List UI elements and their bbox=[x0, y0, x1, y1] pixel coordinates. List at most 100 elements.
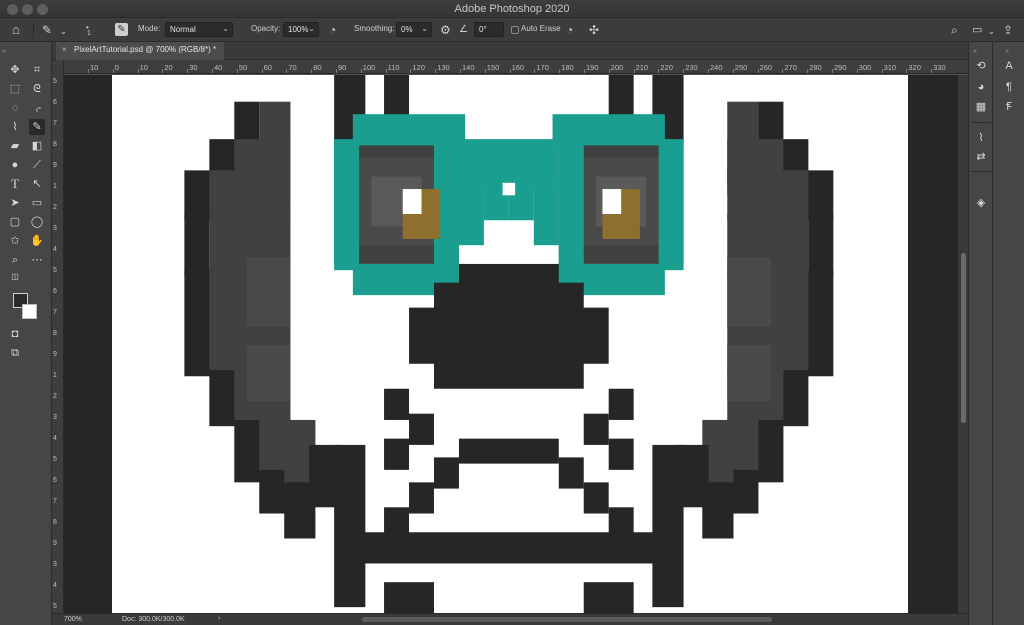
marquee-tool-icon[interactable]: ⬚ bbox=[7, 81, 23, 97]
status-menu-arrow[interactable]: › bbox=[218, 615, 220, 622]
ruler-label: 40 bbox=[214, 63, 223, 72]
whisker-dot bbox=[608, 388, 634, 420]
character-icon[interactable]: A bbox=[1001, 58, 1017, 74]
ruler-label: 6 bbox=[53, 477, 57, 484]
document-canvas[interactable] bbox=[112, 75, 908, 613]
brushes-icon[interactable]: ⌇ bbox=[973, 130, 989, 146]
glasses-bridge bbox=[533, 182, 559, 246]
whisker-dot bbox=[583, 413, 609, 445]
ellipse-tool-icon[interactable]: ◯ bbox=[29, 214, 45, 230]
dodge-tool-icon[interactable]: ● bbox=[7, 157, 23, 173]
ruler-label: 9 bbox=[53, 351, 57, 358]
ruler-label: 2 bbox=[53, 204, 57, 211]
whisker-dot bbox=[384, 388, 410, 420]
angle-field[interactable]: 0° bbox=[474, 22, 504, 37]
opacity-field[interactable]: 100% ⌄ bbox=[283, 22, 319, 37]
hand-tool-icon[interactable]: ✋ bbox=[29, 233, 45, 249]
swatches-icon[interactable]: ▦ bbox=[973, 99, 989, 115]
vertical-scroll-thumb[interactable] bbox=[961, 253, 966, 423]
screen-mode-icon[interactable]: ⧉ bbox=[7, 345, 23, 361]
background-color-swatch[interactable] bbox=[22, 304, 37, 319]
home-icon[interactable]: ⌂ bbox=[12, 23, 20, 37]
glasses-frame bbox=[552, 114, 665, 146]
ruler-tick bbox=[559, 69, 561, 73]
brush-settings-icon[interactable]: ✎ bbox=[115, 23, 128, 36]
ruler-label: 210 bbox=[635, 63, 649, 72]
layers-icon[interactable]: ◈ bbox=[973, 195, 989, 211]
workspace-icon[interactable]: ▭ bbox=[972, 23, 982, 37]
zoom-tool-icon[interactable]: ⌕ bbox=[7, 252, 23, 268]
ruler-label: 110 bbox=[387, 63, 400, 72]
ruler-label: 7 bbox=[53, 120, 57, 127]
canvas-area[interactable] bbox=[64, 75, 958, 613]
ruler-label: 80 bbox=[313, 63, 322, 72]
mouth bbox=[409, 482, 434, 514]
adjustments-icon[interactable]: ⇄ bbox=[973, 149, 989, 165]
pen-tool-icon[interactable]: ⟋ bbox=[29, 157, 45, 173]
panel-expand-icon[interactable]: « bbox=[973, 48, 977, 55]
close-tab-icon[interactable]: × bbox=[62, 45, 67, 54]
symmetry-icon[interactable]: ✣ bbox=[589, 23, 599, 37]
ruler-label: 170 bbox=[536, 63, 549, 72]
color-palette-icon[interactable]: ◕ bbox=[973, 79, 989, 95]
eyedropper-tool-icon[interactable]: ⌇ bbox=[7, 119, 23, 135]
pixel-art-image bbox=[184, 75, 834, 613]
ruler-tick bbox=[757, 69, 759, 73]
auto-erase-checkbox[interactable] bbox=[511, 26, 519, 34]
panel-collapse-icon[interactable]: » bbox=[1005, 48, 1009, 55]
ruler-label: 5 bbox=[53, 603, 57, 610]
ear-pixels bbox=[727, 257, 771, 327]
lasso-tool-icon[interactable]: ᘓ bbox=[29, 81, 45, 97]
vertical-ruler[interactable]: 5 6 7 8 9 1 2 3 4 5 6 7 8 9 1 2 3 4 5 6 7 8 9 3 4 5 bbox=[52, 60, 64, 613]
move-tool-icon[interactable]: ✥ bbox=[7, 62, 23, 78]
vertical-scrollbar[interactable] bbox=[958, 75, 968, 613]
pressure-opacity-icon[interactable]: ◔ bbox=[329, 23, 336, 37]
path-selection-tool-icon[interactable]: ↖ bbox=[29, 176, 45, 192]
eraser-tool-icon[interactable]: ▰ bbox=[7, 138, 23, 154]
quick-selection-tool-icon[interactable]: ◌ bbox=[7, 100, 23, 116]
glyphs-icon[interactable]: Ꞙ bbox=[1001, 99, 1017, 115]
quick-mask-icon[interactable]: ◘ bbox=[7, 326, 23, 342]
document-tab[interactable]: × PixelArtTutorial.psd @ 700% (RGB/8*) * bbox=[56, 42, 225, 60]
auto-erase-label: Auto Erase bbox=[521, 24, 561, 33]
glasses-frame bbox=[658, 139, 684, 271]
zoom-level[interactable]: 700% bbox=[64, 616, 82, 623]
whisker-dot bbox=[384, 438, 410, 470]
pencil-icon[interactable]: ✎ bbox=[42, 23, 52, 37]
default-colors-icon[interactable]: ◫ bbox=[7, 269, 23, 285]
side-panel-strip: » A ¶ Ꞙ bbox=[992, 42, 1024, 625]
gradient-tool-icon[interactable]: ◧ bbox=[29, 138, 45, 154]
custom-shape-tool-icon[interactable]: ✩ bbox=[7, 233, 23, 249]
paragraph-icon[interactable]: ¶ bbox=[1001, 79, 1017, 95]
rectangle-tool-icon[interactable]: ▭ bbox=[29, 195, 45, 211]
artboard-tool-icon[interactable]: ⌗ bbox=[29, 62, 45, 78]
chevron-down-icon[interactable]: ⌄ bbox=[60, 25, 67, 39]
history-icon[interactable]: ⟲ bbox=[973, 58, 989, 74]
pressure-size-icon[interactable]: ◔ bbox=[566, 23, 573, 37]
direct-selection-tool-icon[interactable]: ➤ bbox=[7, 195, 23, 211]
ear-pixels bbox=[246, 257, 291, 327]
mode-select[interactable]: Normal ⌄ bbox=[165, 22, 233, 37]
crop-tool-icon[interactable]: ⌌ bbox=[29, 100, 45, 116]
search-icon[interactable]: ⌕ bbox=[951, 23, 958, 37]
ruler-label: 130 bbox=[437, 63, 450, 72]
share-icon[interactable]: ⇪ bbox=[1003, 23, 1013, 37]
ruler-label: 5 bbox=[53, 267, 57, 274]
smoothing-field[interactable]: 0% ⌄ bbox=[396, 22, 432, 37]
panel-collapse-icon[interactable]: » bbox=[2, 48, 6, 55]
more-tools-icon[interactable]: ⋯ bbox=[29, 252, 45, 268]
ruler-label: 160 bbox=[511, 63, 525, 72]
horizontal-ruler[interactable]: 10 0 10 20 30 40 50 60 70 80 90 100 110 120 130 140 150 1… bbox=[64, 60, 968, 74]
ruler-label: 5 bbox=[53, 78, 57, 85]
left-eye-highlight bbox=[402, 189, 422, 215]
ruler-label: 310 bbox=[883, 63, 897, 72]
gear-icon[interactable]: ⚙ bbox=[440, 23, 451, 37]
divider bbox=[971, 122, 991, 123]
chevron-down-icon[interactable]: ⌄ bbox=[988, 25, 995, 39]
pencil-tool-icon[interactable]: ✎ bbox=[29, 119, 45, 135]
type-tool-icon[interactable]: T bbox=[7, 176, 23, 192]
chevron-down-icon: ⌄ bbox=[421, 24, 428, 33]
ruler-tick bbox=[658, 69, 660, 73]
horizontal-scroll-thumb[interactable] bbox=[362, 617, 772, 622]
rounded-rectangle-tool-icon[interactable]: ▢ bbox=[7, 214, 23, 230]
